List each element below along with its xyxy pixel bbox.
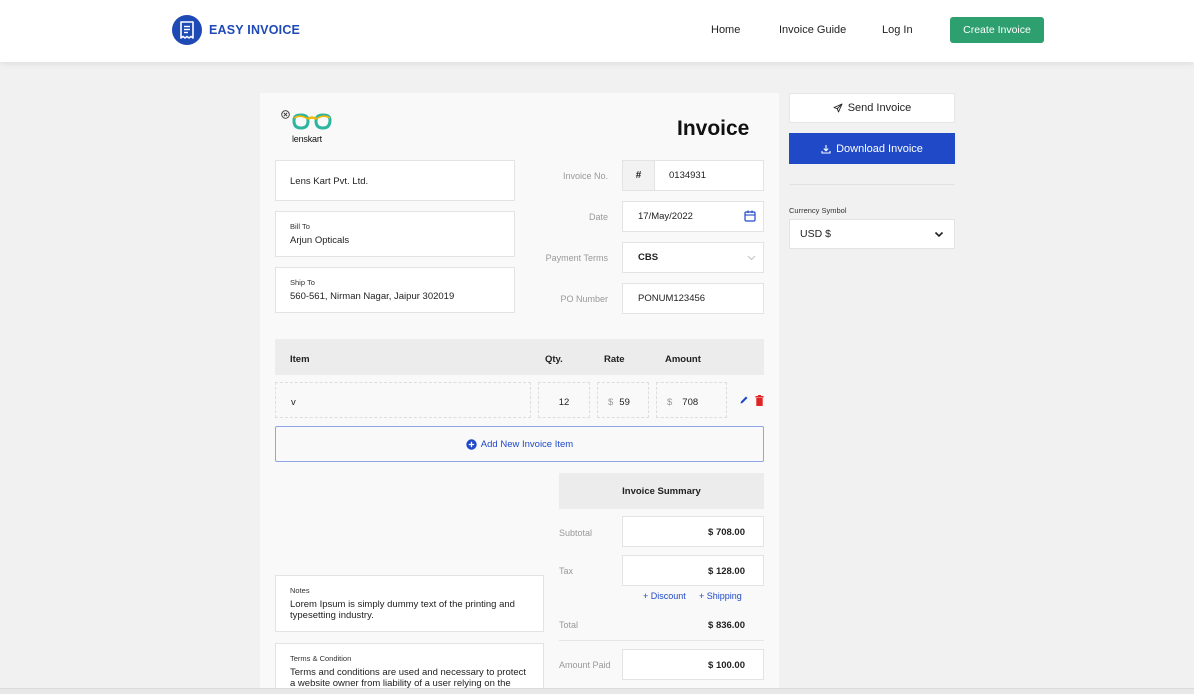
download-invoice-label: Download Invoice: [836, 142, 923, 155]
notes-label: Notes: [290, 586, 310, 595]
terms-field[interactable]: Terms & Condition Terms and conditions a…: [275, 643, 544, 694]
brand-name: EASY INVOICE: [209, 23, 301, 37]
add-shipping-link[interactable]: + Shipping: [699, 591, 742, 601]
sidebar-divider: [789, 184, 955, 185]
send-invoice-label: Send Invoice: [847, 102, 912, 114]
header-rate: Rate: [604, 354, 625, 365]
receipt-icon: [172, 15, 202, 45]
download-invoice-button[interactable]: Download Invoice: [789, 133, 955, 164]
invoice-title: Invoice: [677, 117, 750, 140]
subtotal-value: $ 708.00: [708, 527, 745, 538]
item-qty-input[interactable]: 12: [538, 382, 590, 418]
hash-prefix: #: [623, 161, 655, 190]
delete-trash-icon[interactable]: [755, 395, 764, 409]
ship-to-label: Ship To: [290, 278, 315, 287]
header-amount: Amount: [665, 354, 701, 365]
currency-label: Currency Symbol: [789, 206, 847, 215]
company-logo[interactable]: lenskart: [291, 113, 337, 144]
total-value: $ 836.00: [708, 620, 745, 631]
invoice-no-field[interactable]: # 0134931: [622, 160, 764, 191]
ship-to-value: 560-561, Nirman Nagar, Jaipur 302019: [290, 291, 455, 302]
item-rate-input[interactable]: $ 59: [597, 382, 649, 418]
send-invoice-button[interactable]: Send Invoice: [789, 93, 955, 123]
date-field[interactable]: 17/May/2022: [622, 201, 764, 232]
item-qty-value: 12: [558, 397, 570, 408]
add-item-label: Add New Invoice Item: [480, 438, 574, 450]
currency-select[interactable]: USD $: [789, 219, 955, 249]
terms-label: Terms & Condition: [290, 654, 352, 663]
invoice-no-label: Invoice No.: [562, 171, 608, 181]
total-label: Total: [559, 620, 579, 630]
amount-paid-value: $ 100.00: [708, 660, 745, 671]
chevron-down-icon: [934, 231, 944, 238]
bill-to-value: Arjun Opticals: [290, 235, 350, 246]
summary-header: Invoice Summary: [559, 473, 764, 509]
notes-text: Lorem Ipsum is simply dummy text of the …: [290, 599, 515, 621]
add-item-button[interactable]: Add New Invoice Item: [275, 426, 764, 462]
rate-currency-symbol: $: [608, 397, 614, 408]
nav-invoice-guide[interactable]: Invoice Guide: [779, 24, 846, 36]
header-qty: Qty.: [545, 354, 563, 365]
item-name-input[interactable]: v: [275, 382, 531, 418]
payment-terms-value: CBS: [638, 252, 659, 263]
header-item: Item: [290, 354, 310, 365]
page-bottom-edge: [0, 688, 1194, 694]
from-value: Lens Kart Pvt. Ltd.: [290, 176, 369, 187]
po-number-value: PONUM123456: [638, 293, 706, 304]
create-invoice-button[interactable]: Create Invoice: [950, 17, 1044, 43]
edit-pencil-icon[interactable]: [739, 395, 749, 408]
item-name-value: v: [291, 397, 296, 408]
nav-home[interactable]: Home: [711, 24, 740, 36]
po-number-field[interactable]: PONUM123456: [622, 283, 764, 314]
nav-log-in[interactable]: Log In: [882, 24, 913, 36]
bill-to-field[interactable]: Bill To Arjun Opticals: [275, 211, 515, 257]
calendar-icon[interactable]: [744, 210, 756, 225]
subtotal-label: Subtotal: [559, 528, 593, 538]
tax-label: Tax: [559, 566, 574, 576]
terms-text: Terms and conditions are used and necess…: [290, 667, 527, 689]
glasses-icon: [292, 113, 332, 130]
amount-paid-field[interactable]: $ 100.00: [622, 649, 764, 680]
brand[interactable]: EASY INVOICE: [172, 15, 300, 45]
invoice-no-value: 0134931: [669, 170, 706, 181]
plus-circle-icon: [466, 438, 477, 450]
top-navbar: EASY INVOICE Home Invoice Guide Log In C…: [0, 0, 1194, 62]
download-icon: [821, 144, 831, 154]
item-rate-value: 59: [619, 397, 630, 408]
amount-paid-label: Amount Paid: [559, 660, 611, 670]
from-field[interactable]: Lens Kart Pvt. Ltd.: [275, 160, 515, 201]
date-label: Date: [588, 212, 608, 222]
notes-field[interactable]: Notes Lorem Ipsum is simply dummy text o…: [275, 575, 544, 632]
po-number-label: PO Number: [560, 294, 608, 304]
send-icon: [833, 103, 843, 113]
bill-to-label: Bill To: [290, 222, 310, 231]
subtotal-field: $ 708.00: [622, 516, 764, 547]
ship-to-field[interactable]: Ship To 560-561, Nirman Nagar, Jaipur 30…: [275, 267, 515, 313]
remove-logo-icon[interactable]: [281, 110, 290, 122]
tax-field[interactable]: $ 128.00: [622, 555, 764, 586]
item-amount-value: 708: [682, 397, 699, 408]
amount-currency-symbol: $: [667, 397, 673, 408]
currency-value: USD $: [800, 228, 831, 240]
payment-terms-label: Payment Terms: [545, 253, 608, 263]
logo-text: lenskart: [292, 134, 322, 144]
summary-divider: [559, 640, 764, 641]
tax-value: $ 128.00: [708, 566, 745, 577]
chevron-down-icon: [747, 253, 756, 264]
add-discount-link[interactable]: + Discount: [643, 591, 686, 601]
payment-terms-select[interactable]: CBS: [622, 242, 764, 273]
item-amount-input[interactable]: $ 708: [656, 382, 727, 418]
